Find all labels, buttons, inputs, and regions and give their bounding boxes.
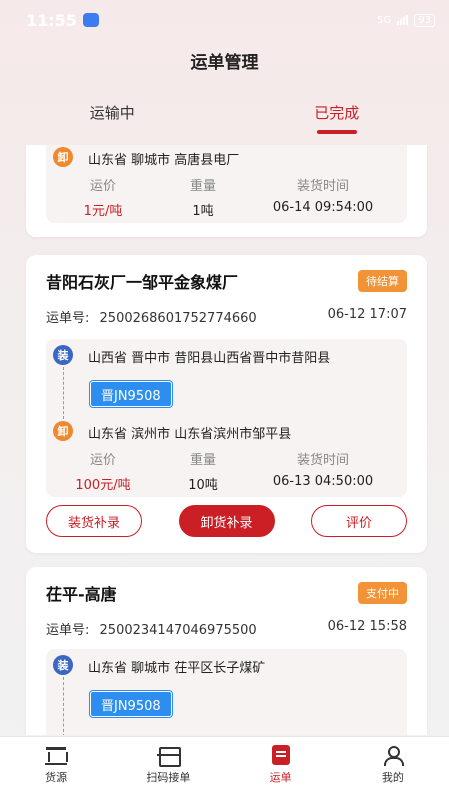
app-notification-icon <box>82 13 99 27</box>
tab-active-indicator <box>316 130 357 134</box>
user-icon <box>382 745 404 766</box>
order-number-label: 运单号: <box>46 623 90 638</box>
stat-label: 装货时间 <box>296 179 349 194</box>
load-badge: 装 <box>53 345 73 365</box>
order-number-group: 运单号: 2500234147046975500 <box>46 619 257 638</box>
load-supplement-button[interactable]: 装货补录 <box>46 505 142 537</box>
stat-weight: 重量 10吨 <box>148 449 258 493</box>
order-card[interactable]: 卸 山东省 聊城市 高唐县电厂 运价 1元/吨 重量 1吨 装货时间 06-14… <box>26 145 427 237</box>
order-card[interactable]: 茌平-高唐 支付中 运单号: 2500234147046975500 06-12… <box>26 567 427 735</box>
load-badge: 装 <box>53 655 73 675</box>
card-title: 茌平-高唐 <box>46 585 117 604</box>
order-number: 2500268601752774660 <box>99 311 257 326</box>
order-number-row: 运单号: 2500268601752774660 06-12 17:07 <box>46 307 407 326</box>
license-plate: 晋JN9508 <box>90 381 172 407</box>
order-number-group: 运单号: 2500268601752774660 <box>46 307 257 326</box>
nav-orders[interactable]: 运单 <box>225 737 337 800</box>
nav-cargo[interactable]: 货源 <box>0 737 112 800</box>
nav-label: 货源 <box>45 771 68 784</box>
load-location: 山西省 晋中市 昔阳县山西省晋中市昔阳县 <box>88 351 331 366</box>
order-number-label: 运单号: <box>46 311 90 326</box>
signal-icon <box>397 15 409 25</box>
tab-in-transit[interactable]: 运输中 <box>0 96 225 140</box>
nav-label: 扫码接单 <box>146 771 191 784</box>
bottom-nav: 货源 扫码接单 运单 我的 <box>0 736 449 800</box>
stat-label: 装货时间 <box>296 453 349 468</box>
status-badge: 支付中 <box>358 582 407 604</box>
stat-price: 运价 100元/吨 <box>58 449 148 493</box>
unload-location: 山东省 聊城市 高唐县电厂 <box>88 153 240 168</box>
stat-load-time: 装货时间 06-14 09:54:00 <box>258 175 388 219</box>
store-icon <box>45 745 69 765</box>
unload-badge: 卸 <box>53 147 73 167</box>
card-title: 昔阳石灰厂一邹平金象煤厂 <box>46 273 239 292</box>
tab-completed[interactable]: 已完成 <box>225 96 449 140</box>
status-left: 11:55 <box>26 11 99 30</box>
status-badge: 待结算 <box>358 270 407 292</box>
stat-value: 100元/吨 <box>75 478 131 493</box>
nav-me[interactable]: 我的 <box>337 737 449 800</box>
stat-label: 重量 <box>189 453 216 468</box>
stat-value: 10吨 <box>188 478 218 493</box>
order-number-row: 运单号: 2500234147046975500 06-12 15:58 <box>46 619 407 638</box>
tab-bar: 运输中 已完成 <box>0 96 449 140</box>
route-connector <box>63 677 64 735</box>
scan-icon <box>157 745 182 767</box>
nav-scan[interactable]: 扫码接单 <box>112 737 224 800</box>
license-plate: 晋JN9508 <box>90 691 172 717</box>
order-time: 06-12 17:07 <box>327 307 407 322</box>
order-list[interactable]: 卸 山东省 聊城市 高唐县电厂 运价 1元/吨 重量 1吨 装货时间 06-14… <box>0 145 449 735</box>
stat-value: 1元/吨 <box>83 204 123 219</box>
order-icon <box>271 745 290 765</box>
load-location: 山东省 聊城市 茌平区长子煤矿 <box>88 661 266 676</box>
stat-weight: 重量 1吨 <box>148 175 258 219</box>
route-connector <box>63 367 64 419</box>
status-right: 5G 93 <box>377 13 435 27</box>
stat-price: 运价 1元/吨 <box>58 175 148 219</box>
order-stats: 运价 100元/吨 重量 10吨 装货时间 06-13 04:50:00 <box>58 449 388 493</box>
card-actions: 装货补录 卸货补录 评价 <box>46 505 407 537</box>
tab-label: 已完成 <box>314 104 360 122</box>
stat-label: 重量 <box>189 179 216 194</box>
tab-label: 运输中 <box>89 104 135 122</box>
unload-location: 山东省 滨州市 山东省滨州市邹平县 <box>88 427 292 442</box>
order-card[interactable]: 昔阳石灰厂一邹平金象煤厂 待结算 运单号: 250026860175277466… <box>26 255 427 553</box>
nav-label: 我的 <box>381 771 404 784</box>
order-number: 2500234147046975500 <box>99 623 257 638</box>
stat-label: 运价 <box>89 453 116 468</box>
stat-value: 1吨 <box>192 204 214 219</box>
status-time: 11:55 <box>26 10 77 30</box>
status-bar: 11:55 5G 93 <box>0 0 449 40</box>
unload-badge: 卸 <box>53 421 73 441</box>
network-label: 5G <box>377 14 392 26</box>
rate-button[interactable]: 评价 <box>311 505 407 537</box>
page-title: 运单管理 <box>190 53 259 73</box>
nav-label: 运单 <box>269 771 292 784</box>
order-time: 06-12 15:58 <box>327 619 407 634</box>
stat-value: 06-14 09:54:00 <box>272 200 374 215</box>
unload-supplement-button[interactable]: 卸货补录 <box>178 505 275 537</box>
order-stats: 运价 1元/吨 重量 1吨 装货时间 06-14 09:54:00 <box>58 175 388 219</box>
battery-indicator: 93 <box>414 13 435 27</box>
stat-label: 运价 <box>89 179 116 194</box>
stat-load-time: 装货时间 06-13 04:50:00 <box>258 449 388 493</box>
stat-value: 06-13 04:50:00 <box>272 474 374 489</box>
